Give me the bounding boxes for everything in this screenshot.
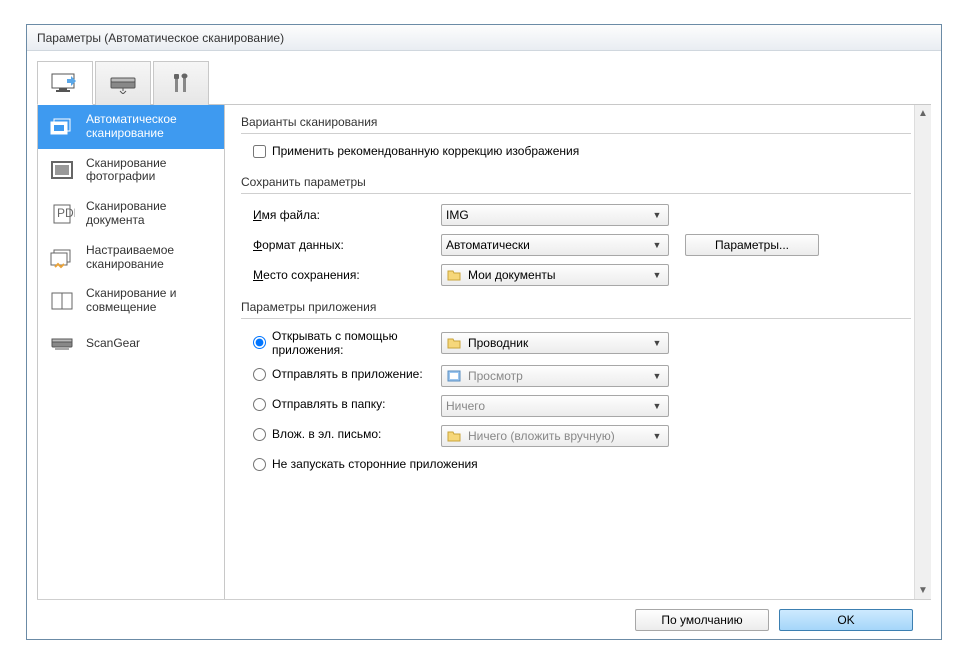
send-folder-label: Отправлять в папку:	[272, 397, 385, 411]
settings-window: Параметры (Автоматическое сканирование)	[26, 24, 942, 640]
file-name-combo[interactable]: IMG ▼	[441, 204, 669, 226]
sidebar-item-label: Сканирование документа	[86, 200, 214, 228]
tools-icon	[169, 72, 193, 96]
apply-correction-input[interactable]	[253, 145, 266, 158]
vertical-scrollbar[interactable]: ▲ ▼	[914, 105, 931, 599]
chevron-down-icon: ▼	[650, 431, 664, 441]
format-value: Автоматически	[446, 238, 644, 252]
folder-icon	[446, 428, 462, 444]
chevron-down-icon: ▼	[650, 240, 664, 250]
defaults-button[interactable]: По умолчанию	[635, 609, 769, 631]
svg-text:PDF: PDF	[57, 206, 75, 220]
sidebar-item-label: Автоматическое сканирование	[86, 113, 214, 141]
group-save: Сохранить параметры Имя файла: IMG ▼ Фор…	[241, 175, 911, 286]
scroll-down-icon[interactable]: ▼	[915, 582, 931, 599]
dont-run-radio-wrap: Не запускать сторонние приложения	[241, 457, 478, 474]
send-app-value: Просмотр	[468, 369, 644, 383]
format-combo[interactable]: Автоматически ▼	[441, 234, 669, 256]
chevron-down-icon: ▼	[650, 371, 664, 381]
group-scan-options: Варианты сканирования Применить рекоменд…	[241, 115, 911, 161]
group-app: Параметры приложения Открывать с помощью…	[241, 300, 911, 477]
apply-correction-label: Применить рекомендованную коррекцию изоб…	[272, 144, 579, 158]
email-label: Влож. в эл. письмо:	[272, 427, 381, 441]
send-app-combo[interactable]: Просмотр ▼	[441, 365, 669, 387]
top-tabs	[37, 61, 931, 105]
location-value: Мои документы	[468, 268, 644, 282]
open-with-radio-wrap: Открывать с помощью приложения:	[241, 329, 441, 357]
document-icon: PDF	[48, 202, 76, 226]
tab-tools[interactable]	[153, 61, 209, 105]
folder-icon	[446, 267, 462, 283]
dont-run-radio[interactable]: Не запускать сторонние приложения	[253, 457, 478, 471]
location-combo[interactable]: Мои документы ▼	[441, 264, 669, 286]
explorer-icon	[446, 335, 462, 351]
sidebar-item-auto-scan[interactable]: Автоматическое сканирование	[38, 105, 224, 149]
open-with-radio[interactable]: Открывать с помощью приложения:	[253, 329, 441, 357]
email-input[interactable]	[253, 428, 266, 441]
send-folder-radio-wrap: Отправлять в папку:	[241, 397, 441, 414]
group-title: Сохранить параметры	[241, 175, 911, 189]
photo-icon	[48, 158, 76, 182]
main-panel: Варианты сканирования Применить рекоменд…	[225, 105, 931, 599]
file-name-value: IMG	[446, 208, 644, 222]
dont-run-input[interactable]	[253, 458, 266, 471]
send-folder-combo[interactable]: Ничего ▼	[441, 395, 669, 417]
content-area: Автоматическое сканирование Сканирование…	[27, 51, 941, 639]
email-value: Ничего (вложить вручную)	[468, 429, 644, 443]
send-folder-input[interactable]	[253, 398, 266, 411]
scroll-up-icon[interactable]: ▲	[915, 105, 931, 122]
send-app-label: Отправлять в приложение:	[272, 367, 423, 381]
open-with-combo[interactable]: Проводник ▼	[441, 332, 669, 354]
dont-run-label: Не запускать сторонние приложения	[272, 457, 478, 471]
monitor-icon	[49, 71, 81, 95]
auto-scan-icon	[48, 115, 76, 139]
stitch-icon	[48, 289, 76, 313]
open-with-input[interactable]	[253, 336, 266, 349]
group-title: Параметры приложения	[241, 300, 911, 314]
email-combo[interactable]: Ничего (вложить вручную) ▼	[441, 425, 669, 447]
sidebar-item-stitch-scan[interactable]: Сканирование и совмещение	[38, 279, 224, 323]
viewer-icon	[446, 368, 462, 384]
sidebar-item-label: Настраиваемое сканирование	[86, 244, 214, 272]
sidebar-item-custom-scan[interactable]: Настраиваемое сканирование	[38, 236, 224, 280]
custom-scan-icon	[48, 246, 76, 270]
send-app-radio-wrap: Отправлять в приложение:	[241, 367, 441, 384]
sidebar-item-label: Сканирование фотографии	[86, 157, 214, 185]
file-name-label: Имя файла:	[241, 208, 441, 222]
email-radio-wrap: Влож. в эл. письмо:	[241, 427, 441, 444]
open-with-label: Открывать с помощью приложения:	[272, 329, 441, 357]
send-folder-value: Ничего	[446, 399, 644, 413]
chevron-down-icon: ▼	[650, 401, 664, 411]
open-with-value: Проводник	[468, 336, 644, 350]
scangear-icon	[48, 332, 76, 356]
chevron-down-icon: ▼	[650, 338, 664, 348]
scanner-icon	[109, 74, 137, 94]
format-label: Формат данных:	[241, 238, 441, 252]
location-label: Место сохранения:	[241, 268, 441, 282]
sidebar-item-scangear[interactable]: ScanGear	[38, 323, 224, 365]
group-title: Варианты сканирования	[241, 115, 911, 129]
apply-correction-checkbox[interactable]: Применить рекомендованную коррекцию изоб…	[241, 144, 579, 158]
body: Автоматическое сканирование Сканирование…	[37, 105, 931, 599]
tab-scan-from-device[interactable]	[95, 61, 151, 105]
sidebar-item-label: ScanGear	[86, 337, 140, 351]
footer: По умолчанию OK	[37, 599, 931, 639]
sidebar-item-label: Сканирование и совмещение	[86, 287, 214, 315]
ok-button[interactable]: OK	[779, 609, 913, 631]
chevron-down-icon: ▼	[650, 270, 664, 280]
tab-scan-from-computer[interactable]	[37, 61, 93, 105]
sidebar-item-document-scan[interactable]: PDF Сканирование документа	[38, 192, 224, 236]
chevron-down-icon: ▼	[650, 210, 664, 220]
email-radio[interactable]: Влож. в эл. письмо:	[253, 427, 381, 441]
send-app-input[interactable]	[253, 368, 266, 381]
send-app-radio[interactable]: Отправлять в приложение:	[253, 367, 423, 381]
params-button[interactable]: Параметры...	[685, 234, 819, 256]
window-title: Параметры (Автоматическое сканирование)	[27, 25, 941, 51]
send-folder-radio[interactable]: Отправлять в папку:	[253, 397, 385, 411]
sidebar-item-photo-scan[interactable]: Сканирование фотографии	[38, 149, 224, 193]
sidebar: Автоматическое сканирование Сканирование…	[37, 105, 225, 599]
